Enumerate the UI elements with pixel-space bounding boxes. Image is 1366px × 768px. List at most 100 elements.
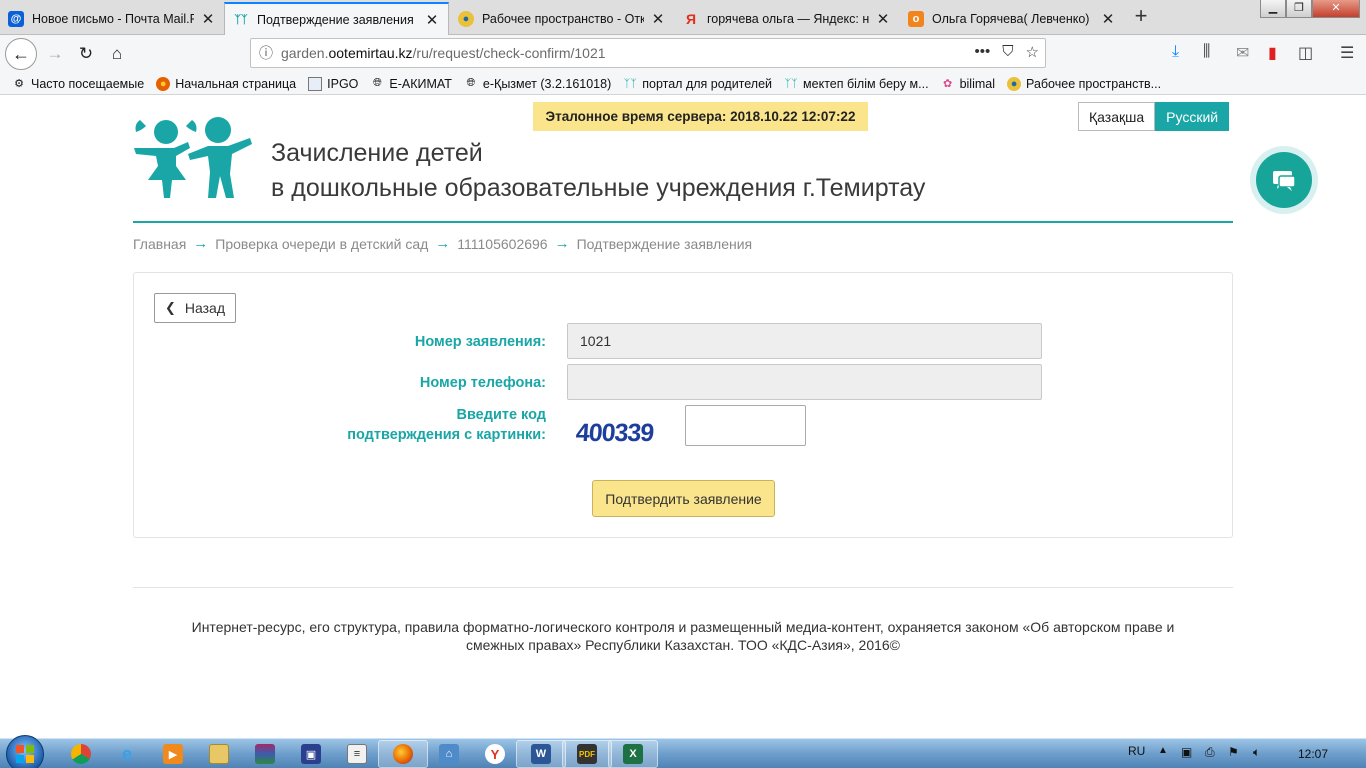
web-page: Эталонное время сервера: 2018.10.22 12:0… xyxy=(0,96,1366,738)
close-icon[interactable]: ✕ xyxy=(200,10,216,28)
archive-icon xyxy=(255,744,275,764)
library-icon[interactable]: ⫼ xyxy=(1203,43,1210,61)
pocket-icon[interactable]: ⛉ xyxy=(1002,43,1013,61)
page-actions-icon[interactable]: ••• xyxy=(975,43,991,61)
close-icon[interactable]: ✕ xyxy=(1100,10,1116,28)
bookmark-item[interactable]: ᛉᛉ портал для родителей xyxy=(623,77,772,91)
browser-tab-bar: @ Новое письмо - Почта Mail.Ru ✕ ᛉᛉ Подт… xyxy=(0,0,1366,35)
breadcrumb-queue-link[interactable]: Проверка очереди в детский сад xyxy=(215,236,428,252)
footer-line-1: Интернет-ресурс, его структура, правила … xyxy=(191,619,1175,635)
globe-icon: 🌐︎ xyxy=(466,77,476,89)
bookmark-label: bilimal xyxy=(959,76,996,91)
phone-number-field[interactable] xyxy=(567,364,1042,400)
close-icon[interactable]: ✕ xyxy=(875,10,891,28)
info-icon[interactable]: ⓘ xyxy=(251,43,281,63)
firefox-icon: ● xyxy=(156,76,171,91)
minimize-icon[interactable]: ▁ xyxy=(1260,0,1286,18)
confirm-application-button[interactable]: Подтвердить заявление xyxy=(592,480,775,517)
arrow-right-icon: → xyxy=(554,235,570,252)
taskbar-yandex[interactable]: Y xyxy=(470,740,520,768)
captcha-image: 400339 xyxy=(575,419,654,447)
bookmark-label: Е-АКИМАТ xyxy=(389,76,452,91)
server-time-banner: Эталонное время сервера: 2018.10.22 12:0… xyxy=(533,102,868,131)
word-icon: W xyxy=(531,744,551,764)
bookmark-label: e-Қызмет (3.2.161018) xyxy=(482,76,612,91)
tab-odnoklassniki[interactable]: о Ольга Горячева( Левченко) ✕ xyxy=(900,2,1124,35)
tab-confirm-application[interactable]: ᛉᛉ Подтверждение заявления ✕ xyxy=(224,2,449,35)
taskbar-firefox[interactable] xyxy=(378,740,428,768)
taskbar-ie[interactable]: e xyxy=(102,740,152,768)
bookmark-item[interactable]: ✿ bilimal xyxy=(941,77,995,91)
taskbar-pdf[interactable]: PDF xyxy=(562,740,612,768)
tab-title: Ольга Горячева( Левченко) xyxy=(932,11,1090,26)
taskbar-explorer[interactable] xyxy=(194,740,244,768)
captcha-code-input[interactable] xyxy=(685,405,806,446)
clock[interactable]: 12:07 xyxy=(1298,747,1328,761)
bookmark-item[interactable]: 🌐︎ Е-АКИМАТ xyxy=(370,77,452,91)
close-icon[interactable]: ✕ xyxy=(424,11,440,29)
taskbar-chrome[interactable] xyxy=(56,740,106,768)
download-icon[interactable]: ⤓ xyxy=(1172,43,1179,61)
chat-bubble-icon xyxy=(1256,152,1312,208)
bookmark-item[interactable]: ● Рабочее пространств... xyxy=(1007,76,1162,91)
tab-workspace[interactable]: ● Рабочее пространство - Откр ✕ xyxy=(450,2,674,35)
navigation-toolbar: ← → ↻ ⌂ ⓘ garden. ootemirtau.kz/ru/reques… xyxy=(0,35,1366,73)
reload-icon[interactable]: ↻ xyxy=(72,40,100,68)
back-arrow-icon[interactable]: ← xyxy=(5,38,37,70)
extension-icon[interactable]: ▮ xyxy=(1268,43,1277,63)
back-button[interactable]: ❮ Назад xyxy=(154,293,236,323)
close-icon[interactable]: ✕ xyxy=(650,10,666,28)
bookmark-item[interactable]: 🌐︎ e-Қызмет (3.2.161018) xyxy=(464,76,612,91)
phone-number-label: Номер телефона: xyxy=(419,375,546,391)
network-tray-icon[interactable]: ▣ xyxy=(1181,745,1192,759)
lang-kazakh-button[interactable]: Қазақша xyxy=(1078,102,1156,131)
header-divider xyxy=(133,221,1233,223)
home-icon[interactable]: ⌂ xyxy=(103,40,131,68)
tab-title: горячева ольга — Яндекс: на xyxy=(707,11,869,26)
media-player-icon: ▶ xyxy=(163,744,183,764)
taskbar-network[interactable]: ⌂ xyxy=(424,740,474,768)
maximize-icon[interactable]: ❐ xyxy=(1286,0,1312,18)
bookmark-item[interactable]: ⚙ Часто посещаемые xyxy=(12,77,144,91)
tab-yandex[interactable]: Я горячева ольга — Яндекс: на ✕ xyxy=(675,2,899,35)
taskbar-media[interactable]: ▶ xyxy=(148,740,198,768)
bookmark-item[interactable]: ● Начальная страница xyxy=(156,76,296,91)
taskbar-word[interactable]: W xyxy=(516,740,566,768)
menu-icon[interactable]: ☰ xyxy=(1340,43,1354,63)
show-hidden-icons-icon[interactable]: ▲ xyxy=(1158,745,1168,756)
chat-widget[interactable] xyxy=(1250,146,1318,214)
lang-russian-button[interactable]: Русский xyxy=(1155,102,1230,131)
sidebar-icon[interactable]: ◫ xyxy=(1298,43,1313,63)
children-icon: ᛉᛉ xyxy=(623,77,637,90)
breadcrumb-iin-link[interactable]: 111105602696 xyxy=(457,236,547,252)
children-icon: ᛉᛉ xyxy=(234,13,248,26)
captcha-label: Введите код подтверждения с картинки: xyxy=(347,405,546,445)
breadcrumb-home-link[interactable]: Главная xyxy=(133,236,186,252)
notepad-icon: ≡ xyxy=(347,744,367,764)
bookmark-item[interactable]: IPGO xyxy=(308,76,358,91)
device-tray-icon[interactable]: ⎙ xyxy=(1205,745,1215,760)
taskbar-excel[interactable]: X xyxy=(608,740,658,768)
application-number-field[interactable]: 1021 xyxy=(567,323,1042,359)
taskbar-notepad[interactable]: ≡ xyxy=(332,740,382,768)
bookmark-item[interactable]: ᛉᛉ мектеп білім беру м... xyxy=(784,77,928,91)
action-center-flag-icon[interactable]: ⚑ xyxy=(1228,745,1239,759)
tab-mail[interactable]: @ Новое письмо - Почта Mail.Ru ✕ xyxy=(0,2,224,35)
new-tab-icon[interactable]: + xyxy=(1128,4,1154,30)
taskbar-winrar[interactable] xyxy=(240,740,290,768)
firefox-icon xyxy=(393,744,413,764)
volume-icon[interactable]: 🔈︎ xyxy=(1253,745,1260,760)
language-switcher: Қазақша Русский xyxy=(1078,102,1230,131)
taskbar-app[interactable]: ▣ xyxy=(286,740,336,768)
start-button[interactable] xyxy=(6,735,44,768)
bookmark-label: Рабочее пространств... xyxy=(1026,76,1162,91)
keyboard-language-indicator[interactable]: RU xyxy=(1128,744,1145,758)
bookmark-star-icon[interactable]: ☆ xyxy=(1026,43,1039,61)
children-logo-icon xyxy=(134,117,252,198)
close-window-icon[interactable]: ✕ xyxy=(1312,0,1360,18)
forward-arrow-icon[interactable]: → xyxy=(41,40,69,68)
address-bar[interactable]: ⓘ garden. ootemirtau.kz/ru/request/check-… xyxy=(250,38,1046,68)
bilimal-icon: ✿ xyxy=(942,78,953,90)
sync-icon[interactable]: ✉ xyxy=(1236,43,1249,63)
windows-taskbar: e ▶ ▣ ≡ ⌂ Y W PDF X RU ▲ ▣ ⎙ ⚑ 🔈︎ 12:07 xyxy=(0,735,1366,768)
